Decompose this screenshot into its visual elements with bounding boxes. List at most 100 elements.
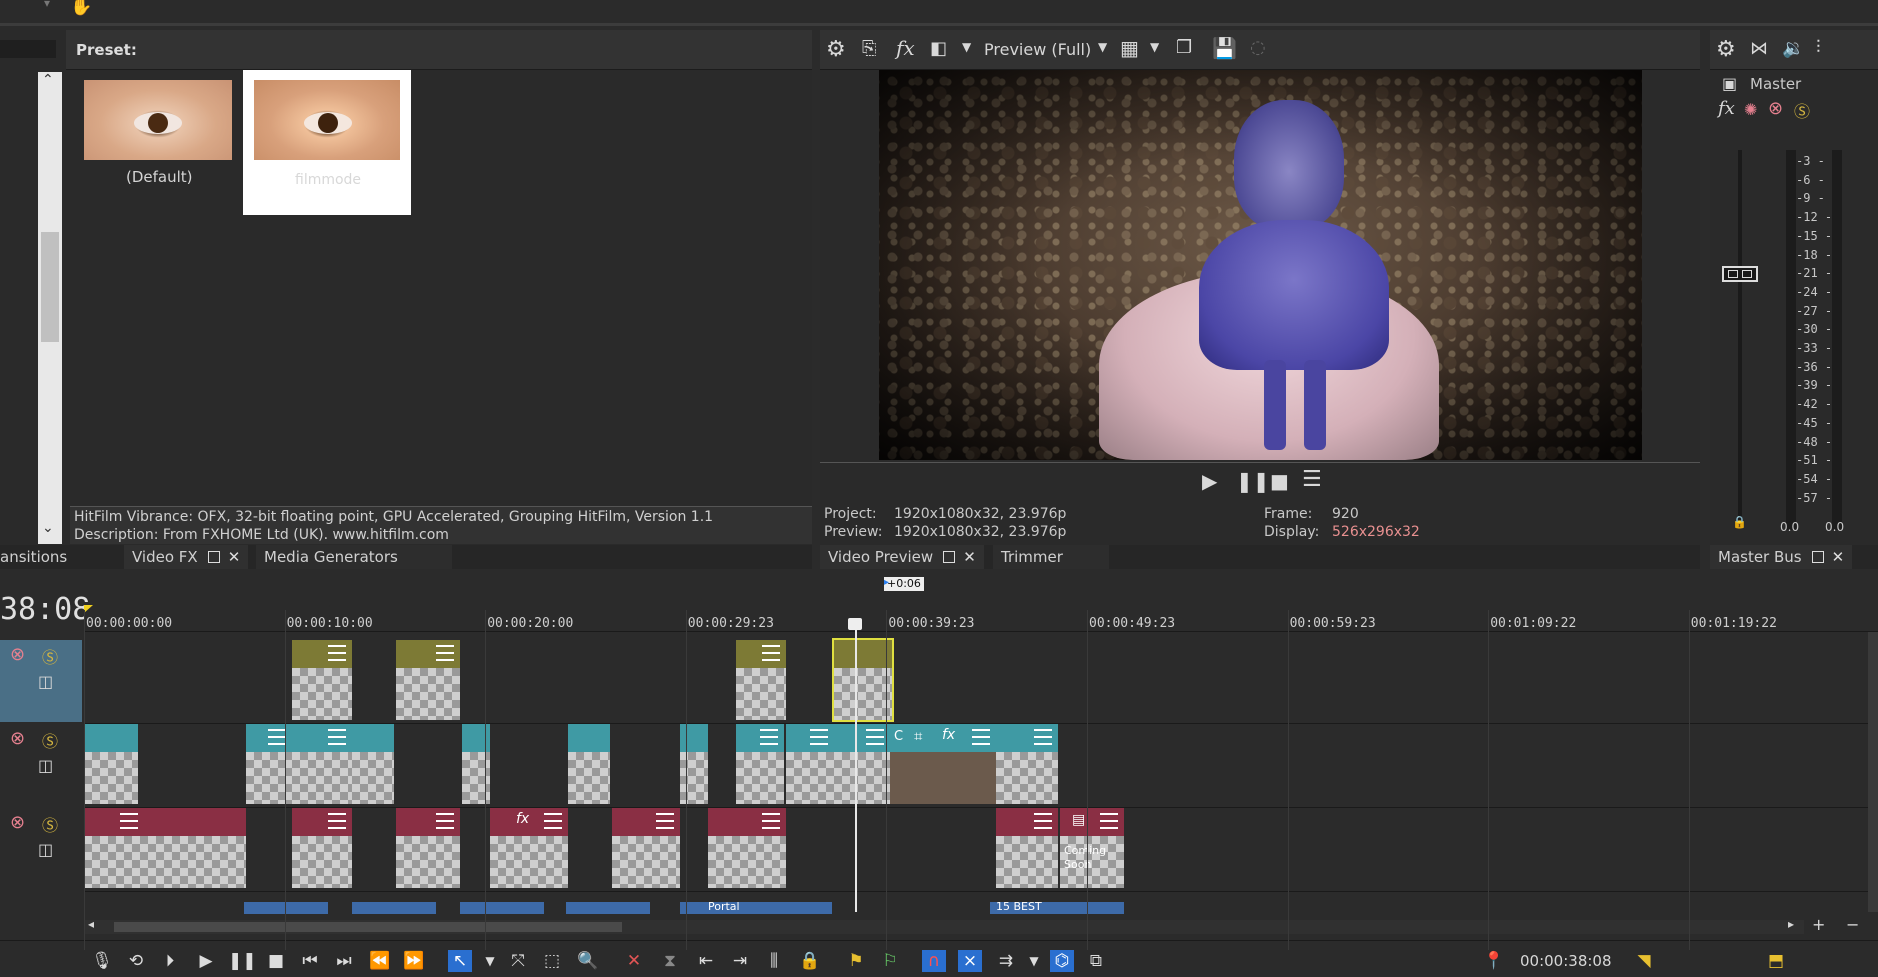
timeline-scroll-thumb[interactable] (114, 922, 622, 932)
clip-track4-a[interactable] (244, 902, 328, 914)
downmix-icon[interactable]: ⋈ (1750, 38, 1768, 59)
clip-track4-c[interactable] (460, 902, 544, 914)
track-lane-3[interactable] (84, 808, 1878, 892)
clip-menu-icon[interactable] (1034, 813, 1052, 829)
master-fader-handle[interactable] (1722, 266, 1758, 282)
clip-menu-icon[interactable] (656, 813, 674, 829)
selection-tool-icon[interactable]: ⬚ (540, 950, 564, 972)
undock-icon[interactable] (1811, 551, 1824, 563)
clip-track2-f[interactable] (568, 724, 610, 804)
automation-icon[interactable]: ⊗ (10, 644, 25, 665)
external-monitor-icon[interactable]: ◌ (1250, 37, 1266, 58)
clip-track3-g[interactable] (996, 808, 1058, 888)
playhead-line[interactable] (855, 622, 857, 912)
play-icon[interactable]: ▶ (1202, 469, 1217, 493)
expand-icon[interactable]: ◫ (38, 840, 53, 859)
solo-icon[interactable]: Ⓢ (42, 812, 58, 836)
master-checkbox-icon[interactable]: ▣ (1722, 74, 1737, 93)
clip-track4-b[interactable] (352, 902, 436, 914)
automation-icon[interactable]: ⊗ (1768, 98, 1783, 119)
track-header-2[interactable]: ⊗ Ⓢ ◫ (0, 724, 82, 806)
clip-menu-icon[interactable] (328, 729, 346, 745)
gear-icon[interactable]: ⚙ (1716, 37, 1736, 62)
clip-menu-icon[interactable] (762, 645, 780, 661)
stop-icon[interactable]: ■ (264, 950, 288, 972)
play-from-start-icon[interactable]: ⏵ (158, 950, 182, 972)
trim-end-icon[interactable]: ⇥ (728, 950, 752, 972)
master-fader-track[interactable] (1738, 150, 1742, 525)
go-to-start-icon[interactable]: ⏮ (298, 950, 322, 972)
clip-menu-icon[interactable] (436, 813, 454, 829)
mixer-icon[interactable]: ⫶ (1816, 37, 1821, 58)
copy-frame-icon[interactable]: ⎘ (862, 38, 876, 59)
grid-overlay-icon[interactable]: ▦ (1120, 36, 1139, 60)
chevron-down-icon[interactable]: ▼ (962, 40, 971, 54)
pause-icon[interactable]: ❚❚ (228, 950, 257, 972)
chevron-down-icon[interactable]: ▼ (478, 950, 502, 972)
clip-track2-l[interactable] (996, 724, 1058, 804)
clip-track4-e[interactable]: Portal (680, 900, 832, 914)
undock-icon[interactable] (943, 551, 956, 563)
ignore-grouping-icon[interactable]: ⧉ (1084, 950, 1108, 972)
tab-transitions[interactable]: ansitions (0, 545, 68, 569)
split-icon[interactable]: ⫼ (762, 950, 786, 972)
clip-track4-f[interactable]: 15 BEST (990, 900, 1124, 914)
clip-track3-b[interactable] (292, 808, 352, 888)
envelope-tool-icon[interactable]: ⤧ (506, 950, 530, 972)
track-header-3[interactable]: ⊗ Ⓢ ◫ (0, 808, 82, 890)
zoom-in-icon[interactable]: + (1812, 915, 1825, 934)
clip-track2-d[interactable] (352, 724, 394, 804)
clip-track4-d[interactable] (566, 902, 650, 914)
trim-icon[interactable]: ⧗ (658, 950, 682, 972)
gear-icon[interactable]: ⚙ (826, 37, 846, 62)
clip-menu-icon[interactable] (328, 645, 346, 661)
bus-fx-icon[interactable]: ✺ (1744, 100, 1757, 119)
tab-master-bus[interactable]: Master Bus ✕ (1710, 545, 1853, 569)
clip-menu-icon[interactable] (1100, 813, 1118, 829)
clip-menu-icon[interactable] (866, 729, 884, 745)
scroll-left-icon[interactable]: ◂ (88, 917, 94, 931)
tab-video-fx[interactable]: Video FX ✕ (124, 545, 249, 569)
zoom-tool-icon[interactable]: 🔍 (576, 950, 600, 972)
tab-trimmer[interactable]: Trimmer (993, 545, 1109, 569)
clip-track2-a[interactable] (84, 724, 138, 804)
lock-icon[interactable]: 🔒 (1732, 515, 1747, 529)
record-icon[interactable]: 🎙 (90, 950, 114, 972)
clip-track3-f[interactable] (708, 808, 786, 888)
close-icon[interactable]: ✕ (228, 545, 241, 569)
solo-icon[interactable]: Ⓢ (42, 644, 58, 668)
timeline-h-scrollbar[interactable]: ◂ ▸ (84, 917, 1804, 934)
menu-icon[interactable]: ☰ (1302, 467, 1322, 492)
clip-track3-e[interactable] (612, 808, 680, 888)
chevron-down-icon[interactable]: ▼ (1150, 40, 1159, 54)
region-icon[interactable]: ⚐ (878, 950, 902, 972)
crop-icon[interactable]: ⌗ (914, 727, 922, 745)
clip-track1-c[interactable] (736, 640, 786, 720)
split-screen-icon[interactable]: ◧ (930, 38, 947, 59)
clip-track3-c[interactable] (396, 808, 460, 888)
copy-snapshot-icon[interactable]: ❐ (1176, 37, 1192, 58)
play-icon[interactable]: ▶ (194, 950, 218, 972)
media-icon[interactable]: ▤ (1072, 812, 1085, 828)
solo-icon[interactable]: Ⓢ (42, 728, 58, 752)
hand-icon[interactable]: ✋ (70, 0, 92, 17)
snapping-icon[interactable]: ∩ (922, 950, 946, 972)
clip-track2-g[interactable] (680, 724, 708, 804)
clip-track3-h[interactable]: ▤ Coming Soon (1060, 808, 1124, 888)
normal-edit-tool-icon[interactable]: ↖ (448, 950, 472, 972)
clip-menu-icon[interactable] (544, 813, 562, 829)
ripple-edit-icon[interactable]: ⇉ (994, 950, 1018, 972)
scroll-right-icon[interactable]: ▸ (1788, 917, 1794, 931)
trim-start-icon[interactable]: ⇤ (694, 950, 718, 972)
clip-track3-a[interactable] (84, 808, 246, 888)
clip-menu-icon[interactable] (810, 729, 828, 745)
fx-icon[interactable]: fx (516, 811, 529, 827)
clip-menu-icon[interactable] (760, 729, 778, 745)
chevron-down-icon[interactable]: ▼ (1098, 40, 1107, 54)
zoom-out-icon[interactable]: − (1846, 915, 1859, 934)
save-snapshot-icon[interactable]: 💾 (1212, 36, 1237, 60)
undock-icon[interactable] (207, 551, 220, 563)
clip-track2-j[interactable] (834, 724, 890, 804)
clip-track2-h[interactable] (736, 724, 784, 804)
clip-menu-icon[interactable] (1034, 729, 1052, 745)
